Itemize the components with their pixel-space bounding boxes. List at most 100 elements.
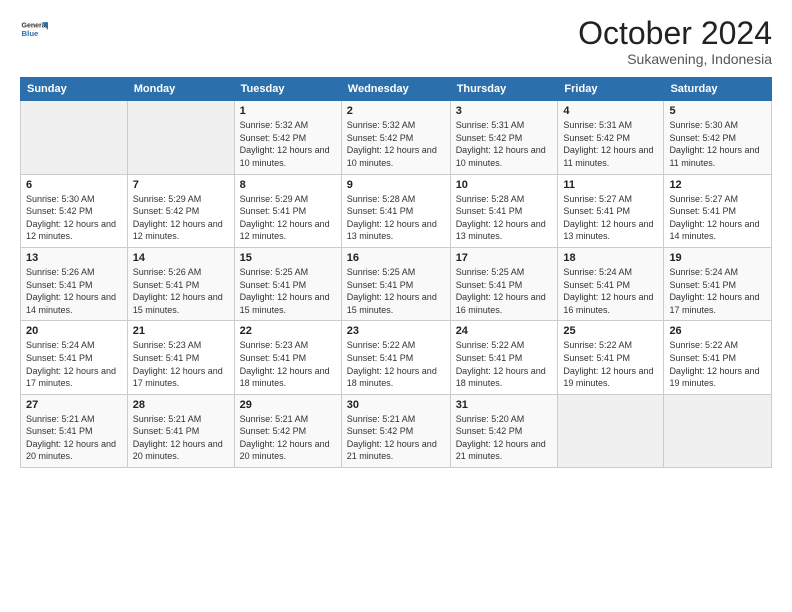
svg-text:Blue: Blue <box>22 29 40 38</box>
day-number: 2 <box>347 105 445 117</box>
calendar-cell: 8 Sunrise: 5:29 AM Sunset: 5:41 PM Daylig… <box>234 174 341 247</box>
calendar-week-row: 13Sunrise: 5:26 AM Sunset: 5:41 PM Dayli… <box>21 247 772 320</box>
day-number: 29 <box>240 399 336 411</box>
calendar-cell: 29 Sunrise: 5:21 AM Sunset: 5:42 PM Dayli… <box>234 394 341 467</box>
day-number: 21 <box>133 325 229 337</box>
day-info: Sunrise: 5:31 AM Sunset: 5:42 PM Dayligh… <box>456 119 553 169</box>
day-number: 24 <box>456 325 553 337</box>
day-number: 10 <box>456 179 553 191</box>
day-number: 28 <box>133 399 229 411</box>
calendar-header: SundayMondayTuesdayWednesdayThursdayFrid… <box>21 78 772 101</box>
calendar-cell: 14 Sunrise: 5:26 AM Sunset: 5:41 PM Dayli… <box>127 247 234 320</box>
month-title: October 2024 <box>578 16 772 51</box>
calendar-week-row: 20 Sunrise: 5:24 AM Sunset: 5:41 PM Dayli… <box>21 321 772 394</box>
calendar-week-row: 1Sunrise: 5:32 AM Sunset: 5:42 PM Daylig… <box>21 101 772 174</box>
calendar-cell: 17Sunrise: 5:25 AM Sunset: 5:41 PM Dayli… <box>450 247 558 320</box>
day-number: 3 <box>456 105 553 117</box>
day-number: 19 <box>669 252 766 264</box>
day-info: Sunrise: 5:22 AM Sunset: 5:41 PM Dayligh… <box>347 339 445 389</box>
calendar-cell: 10 Sunrise: 5:28 AM Sunset: 5:41 PM Dayli… <box>450 174 558 247</box>
day-number: 23 <box>347 325 445 337</box>
day-info: Sunrise: 5:27 AM Sunset: 5:41 PM Dayligh… <box>563 193 658 243</box>
day-info: Sunrise: 5:24 AM Sunset: 5:41 PM Dayligh… <box>563 266 658 316</box>
day-info: Sunrise: 5:23 AM Sunset: 5:41 PM Dayligh… <box>133 339 229 389</box>
calendar-cell: 19 Sunrise: 5:24 AM Sunset: 5:41 PM Dayli… <box>664 247 772 320</box>
calendar-cell: 5 Sunrise: 5:30 AM Sunset: 5:42 PM Daylig… <box>664 101 772 174</box>
calendar-cell <box>664 394 772 467</box>
day-info: Sunrise: 5:22 AM Sunset: 5:41 PM Dayligh… <box>456 339 553 389</box>
day-number: 30 <box>347 399 445 411</box>
calendar-cell: 26Sunrise: 5:22 AM Sunset: 5:41 PM Dayli… <box>664 321 772 394</box>
day-number: 25 <box>563 325 658 337</box>
day-number: 20 <box>26 325 122 337</box>
weekday-row: SundayMondayTuesdayWednesdayThursdayFrid… <box>21 78 772 101</box>
day-number: 31 <box>456 399 553 411</box>
day-info: Sunrise: 5:26 AM Sunset: 5:41 PM Dayligh… <box>133 266 229 316</box>
day-info: Sunrise: 5:27 AM Sunset: 5:41 PM Dayligh… <box>669 193 766 243</box>
day-info: Sunrise: 5:30 AM Sunset: 5:42 PM Dayligh… <box>669 119 766 169</box>
calendar-cell: 24 Sunrise: 5:22 AM Sunset: 5:41 PM Dayli… <box>450 321 558 394</box>
calendar-cell: 1Sunrise: 5:32 AM Sunset: 5:42 PM Daylig… <box>234 101 341 174</box>
day-info: Sunrise: 5:23 AM Sunset: 5:41 PM Dayligh… <box>240 339 336 389</box>
day-info: Sunrise: 5:25 AM Sunset: 5:41 PM Dayligh… <box>347 266 445 316</box>
calendar-cell: 20 Sunrise: 5:24 AM Sunset: 5:41 PM Dayli… <box>21 321 128 394</box>
day-info: Sunrise: 5:32 AM Sunset: 5:42 PM Dayligh… <box>347 119 445 169</box>
day-number: 22 <box>240 325 336 337</box>
logo-icon: General Blue <box>20 16 48 44</box>
calendar-cell: 12Sunrise: 5:27 AM Sunset: 5:41 PM Dayli… <box>664 174 772 247</box>
calendar-cell: 28 Sunrise: 5:21 AM Sunset: 5:41 PM Dayli… <box>127 394 234 467</box>
day-info: Sunrise: 5:24 AM Sunset: 5:41 PM Dayligh… <box>669 266 766 316</box>
calendar-cell: 16 Sunrise: 5:25 AM Sunset: 5:41 PM Dayli… <box>341 247 450 320</box>
day-info: Sunrise: 5:26 AM Sunset: 5:41 PM Dayligh… <box>26 266 122 316</box>
day-info: Sunrise: 5:24 AM Sunset: 5:41 PM Dayligh… <box>26 339 122 389</box>
day-info: Sunrise: 5:21 AM Sunset: 5:41 PM Dayligh… <box>26 413 122 463</box>
weekday-header-monday: Monday <box>127 78 234 101</box>
calendar-cell: 4 Sunrise: 5:31 AM Sunset: 5:42 PM Daylig… <box>558 101 664 174</box>
day-number: 14 <box>133 252 229 264</box>
calendar-cell: 3 Sunrise: 5:31 AM Sunset: 5:42 PM Daylig… <box>450 101 558 174</box>
weekday-header-sunday: Sunday <box>21 78 128 101</box>
page: General Blue October 2024 Sukawening, In… <box>0 0 792 612</box>
day-info: Sunrise: 5:20 AM Sunset: 5:42 PM Dayligh… <box>456 413 553 463</box>
weekday-header-tuesday: Tuesday <box>234 78 341 101</box>
day-number: 9 <box>347 179 445 191</box>
day-info: Sunrise: 5:21 AM Sunset: 5:41 PM Dayligh… <box>133 413 229 463</box>
calendar-cell: 25 Sunrise: 5:22 AM Sunset: 5:41 PM Dayli… <box>558 321 664 394</box>
day-info: Sunrise: 5:25 AM Sunset: 5:41 PM Dayligh… <box>240 266 336 316</box>
calendar-cell: 18 Sunrise: 5:24 AM Sunset: 5:41 PM Dayli… <box>558 247 664 320</box>
calendar-cell: 6Sunrise: 5:30 AM Sunset: 5:42 PM Daylig… <box>21 174 128 247</box>
day-number: 5 <box>669 105 766 117</box>
day-info: Sunrise: 5:29 AM Sunset: 5:41 PM Dayligh… <box>240 193 336 243</box>
day-info: Sunrise: 5:21 AM Sunset: 5:42 PM Dayligh… <box>240 413 336 463</box>
calendar-cell: 13Sunrise: 5:26 AM Sunset: 5:41 PM Dayli… <box>21 247 128 320</box>
calendar-cell: 9 Sunrise: 5:28 AM Sunset: 5:41 PM Daylig… <box>341 174 450 247</box>
day-info: Sunrise: 5:22 AM Sunset: 5:41 PM Dayligh… <box>563 339 658 389</box>
day-info: Sunrise: 5:30 AM Sunset: 5:42 PM Dayligh… <box>26 193 122 243</box>
day-number: 15 <box>240 252 336 264</box>
day-info: Sunrise: 5:28 AM Sunset: 5:41 PM Dayligh… <box>456 193 553 243</box>
day-number: 7 <box>133 179 229 191</box>
calendar-cell: 2 Sunrise: 5:32 AM Sunset: 5:42 PM Daylig… <box>341 101 450 174</box>
day-number: 16 <box>347 252 445 264</box>
calendar-cell <box>21 101 128 174</box>
day-info: Sunrise: 5:31 AM Sunset: 5:42 PM Dayligh… <box>563 119 658 169</box>
day-info: Sunrise: 5:32 AM Sunset: 5:42 PM Dayligh… <box>240 119 336 169</box>
logo: General Blue <box>20 16 48 44</box>
day-number: 8 <box>240 179 336 191</box>
weekday-header-wednesday: Wednesday <box>341 78 450 101</box>
calendar-week-row: 6Sunrise: 5:30 AM Sunset: 5:42 PM Daylig… <box>21 174 772 247</box>
calendar-cell <box>127 101 234 174</box>
day-info: Sunrise: 5:21 AM Sunset: 5:42 PM Dayligh… <box>347 413 445 463</box>
calendar-cell: 22 Sunrise: 5:23 AM Sunset: 5:41 PM Dayli… <box>234 321 341 394</box>
weekday-header-thursday: Thursday <box>450 78 558 101</box>
day-number: 4 <box>563 105 658 117</box>
day-info: Sunrise: 5:28 AM Sunset: 5:41 PM Dayligh… <box>347 193 445 243</box>
calendar-cell: 31 Sunrise: 5:20 AM Sunset: 5:42 PM Dayli… <box>450 394 558 467</box>
day-number: 17 <box>456 252 553 264</box>
calendar-cell: 15 Sunrise: 5:25 AM Sunset: 5:41 PM Dayli… <box>234 247 341 320</box>
day-number: 11 <box>563 179 658 191</box>
header: General Blue October 2024 Sukawening, In… <box>20 16 772 67</box>
calendar-cell: 23 Sunrise: 5:22 AM Sunset: 5:41 PM Dayli… <box>341 321 450 394</box>
day-info: Sunrise: 5:22 AM Sunset: 5:41 PM Dayligh… <box>669 339 766 389</box>
day-number: 18 <box>563 252 658 264</box>
